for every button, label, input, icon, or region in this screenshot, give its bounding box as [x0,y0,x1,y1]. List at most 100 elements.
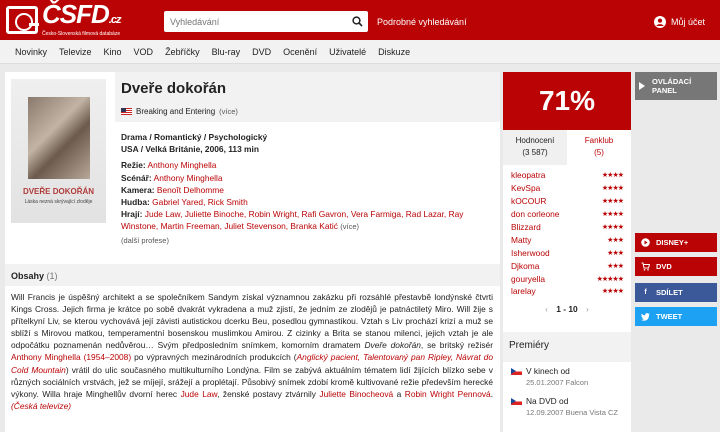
star-rating: ★★★★ [601,224,624,231]
cast-more-link[interactable]: (více) [340,222,359,231]
poster-image [28,97,90,179]
star-rating: ★★★★ [601,288,624,296]
fan-name[interactable]: Isherwood [511,248,550,258]
fan-name[interactable]: KevSpa [511,183,540,193]
facebook-share-button[interactable]: f SDÍLET [635,283,717,302]
twitter-icon [641,312,650,321]
music-link[interactable]: Gabriel Yared, Rick Smith [152,197,248,207]
facebook-icon: f [644,289,647,296]
premiere-item: V kinech od 25.01.2007 Falcon [503,362,631,392]
cast-links[interactable]: Jude Law, Juliette Binoche, Robin Wright… [121,209,463,231]
film-poster[interactable]: DVEŘE DOKOŘÁN Láska nezná skrývající zlo… [11,79,106,223]
pager-next-button[interactable]: › [586,304,589,314]
nav-oceneni[interactable]: Ocenění [283,47,317,57]
plot-part-7: . [490,388,494,399]
dvd-button[interactable]: DVD [635,257,717,276]
film-title-bar: Dveře dokořán Breaking and Entering (víc… [115,72,500,122]
plot-heading: Obsahy (1) [5,264,500,286]
fan-name[interactable]: kOCOUR [511,196,546,206]
fan-name[interactable]: Matty [511,235,531,245]
fan-name[interactable]: larelay [511,286,536,296]
twitter-share-button[interactable]: TWEET [635,307,717,326]
premieres-heading: Premiéry [503,332,631,362]
nav-bluray[interactable]: Blu-ray [212,47,241,57]
play-arrow-icon [639,82,645,90]
star-rating: ★★★ [607,236,624,244]
screenplay-link[interactable]: Anthony Minghella [154,173,223,183]
nav-diskuze[interactable]: Diskuze [378,47,410,57]
nav-uzivatele[interactable]: Uživatelé [329,47,366,57]
tweet-label: TWEET [656,312,683,321]
film-main: DVEŘE DOKOŘÁN Láska nezná skrývající zlo… [5,72,500,432]
search-button[interactable] [346,11,368,32]
search-icon [351,16,363,27]
csfd-logo[interactable]: ČSFD.cz Česko-Slovenská filmová databáze [6,1,122,37]
plot-source[interactable]: (Česká televize) [11,401,71,411]
advanced-search-link[interactable]: Podrobné vyhledávání [377,17,467,27]
tab-fanklub[interactable]: Fanklub (5) [567,130,631,165]
premiere-item: Na DVD od 12.09.2007 Buena Vista CZ [503,392,631,422]
list-item: kleopatra ★★★★ [511,169,624,182]
share-label: SDÍLET [656,288,683,297]
nav-dvd[interactable]: DVD [252,47,271,57]
star-rating: ★★★★ [601,185,624,193]
fan-name[interactable]: don corleone [511,209,559,219]
premiere-label: Na DVD od [526,396,569,406]
plot-actor-link-3[interactable]: Robin Wright Pennová [405,389,491,399]
tab-hodnoceni-count: (3 587) [522,148,548,157]
film-reel-icon [6,6,39,34]
user-account[interactable]: Můj účet [654,16,705,28]
search-box [164,11,368,32]
tab-hodnoceni[interactable]: Hodnocení (3 587) [503,130,567,165]
nav-novinky[interactable]: Novinky [15,47,47,57]
film-info: Drama / Romantický / Psychologický USA /… [121,131,493,247]
premieres-box: Premiéry V kinech od 25.01.2007 Falcon N… [503,332,631,432]
plot-actor-link-2[interactable]: Juliette Binocheová [319,389,393,399]
us-flag-icon [121,108,132,115]
screenplay-label: Scénář: [121,172,152,183]
film-header: DVEŘE DOKOŘÁN Láska nezná skrývající zlo… [5,72,500,260]
list-item: kOCOUR ★★★★ [511,195,624,208]
disney-plus-button[interactable]: DISNEY+ [635,233,717,252]
tab-fanklub-label: Fanklub [584,136,614,145]
list-item: larelay ★★★★ [511,285,624,298]
alt-title-more-link[interactable]: (více) [219,107,238,116]
star-rating: ★★★★ [601,211,624,219]
director-link[interactable]: Anthony Minghella [148,160,217,170]
fan-name[interactable]: Djkoma [511,261,539,271]
user-icon [654,16,666,28]
star-rating: ★★★★★ [596,275,624,283]
pager-range: 1 - 10 [556,303,578,314]
premiere-date: 12.09.2007 Buena Vista CZ [526,408,619,417]
user-account-label: Můj účet [671,17,706,27]
dvd-label: DVD [656,262,672,271]
fan-name[interactable]: kleopatra [511,170,545,180]
film-genre: Drama / Romantický / Psychologický [121,132,268,142]
list-item: Matty ★★★ [511,233,624,246]
tab-hodnoceni-label: Hodnocení [515,136,555,145]
control-panel-label: OVLÁDACÍ PANEL [652,77,692,95]
nav-kino[interactable]: Kino [104,47,122,57]
nav-vod[interactable]: VOD [134,47,154,57]
plot-actor-link-1[interactable]: Jude Law [181,389,218,399]
cast-label: Hrají: [121,209,143,220]
nav-televize[interactable]: Televize [59,47,92,57]
logo-subtitle: Česko-Slovenská filmová databáze [42,31,121,37]
nav-zebricky[interactable]: Žebříčky [165,47,200,57]
plot-heading-label: Obsahy [11,271,45,281]
more-profiles-link[interactable]: (další profese) [121,236,169,245]
fan-pager: ‹ 1 - 10 › [511,304,623,314]
pager-prev-button[interactable]: ‹ [545,304,548,314]
plot-part-2: , se britský režisér [420,340,493,351]
logo-suffix: .cz [108,14,122,26]
search-input[interactable] [164,16,346,27]
main-nav: Novinky Televize Kino VOD Žebříčky Blu-r… [0,40,720,64]
rating-sidebar: 71% Hodnocení (3 587) Fanklub (5) kleopa… [503,72,631,376]
camera-label: Kamera: [121,184,155,195]
plot-director-link[interactable]: Anthony Minghella (1954–2008) [11,352,131,362]
control-panel-button[interactable]: OVLÁDACÍ PANEL [635,72,717,100]
camera-link[interactable]: Benoît Delhomme [157,185,224,195]
fan-name[interactable]: gouryella [511,274,545,284]
fan-name[interactable]: Blizzard [511,222,541,232]
film-title: Dveře dokořán [121,80,227,97]
